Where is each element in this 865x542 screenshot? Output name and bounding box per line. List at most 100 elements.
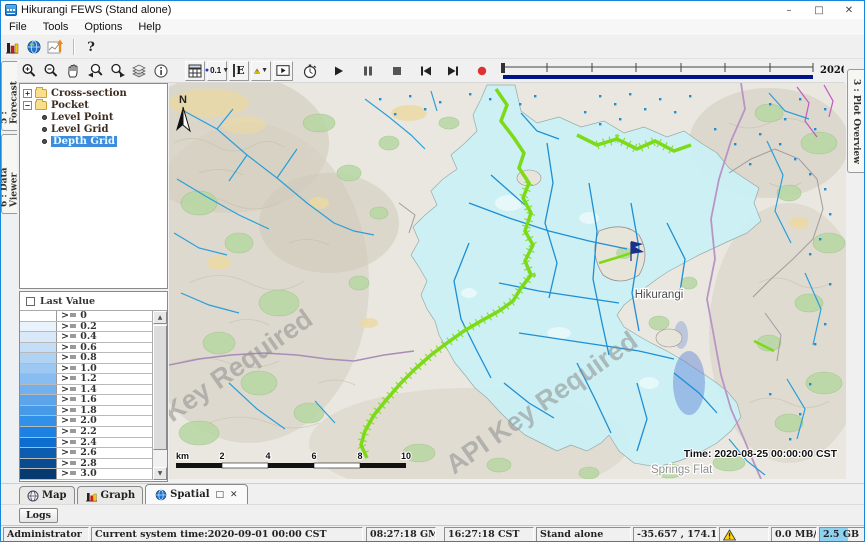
scale-tick: 10 (401, 451, 411, 461)
tab-maximize-icon[interactable]: □ (216, 490, 225, 500)
data-panel: + Cross-section − Pocket Level Point Lev… (18, 83, 169, 483)
profile-button[interactable]: E (229, 61, 249, 81)
tab-data-viewer[interactable]: 6 : Data Viewer (1, 134, 17, 214)
legend-color-swatch (20, 385, 57, 395)
tab-spatial-label: Spatial (170, 489, 209, 500)
status-bar: Administrator Current system time:2020-0… (1, 525, 864, 542)
timer-button[interactable] (300, 61, 320, 81)
time-slider-thumb[interactable] (501, 63, 505, 73)
tree-item-level-point[interactable]: Level Point (20, 112, 167, 123)
legend-color-swatch (20, 416, 57, 426)
database-display-button[interactable] (2, 37, 22, 57)
tree-item-level-grid[interactable]: Level Grid (20, 124, 167, 135)
globe-icon (155, 489, 167, 501)
legend-row-label: >= 2.6 (57, 448, 97, 458)
map-canvas[interactable]: API Key Required API Key Required Hikura… (169, 83, 846, 479)
stop-button[interactable] (387, 61, 407, 81)
map-time-label: Time: 2020-08-25 00:00:00 CST (684, 448, 838, 460)
scale-tick: 8 (357, 451, 362, 461)
tree-item-label: Cross-section (51, 88, 127, 99)
pause-icon (363, 66, 373, 76)
scroll-thumb[interactable] (153, 325, 167, 450)
left-tab-strip: 5 : Forecast 6 : Data Viewer (1, 59, 18, 483)
status-memory-gauge: 2.5 GB (819, 527, 865, 542)
legend-color-swatch (20, 374, 57, 384)
scroll-up-icon[interactable]: ▲ (153, 311, 167, 324)
tab-map[interactable]: Map (19, 486, 75, 504)
spatial-display-button[interactable] (46, 37, 66, 57)
chart-arrow-icon (47, 39, 65, 55)
legend-color-swatch (20, 332, 57, 342)
pan-button[interactable] (63, 61, 83, 81)
legend-color-swatch (20, 438, 57, 448)
menu-help[interactable]: Help (130, 19, 169, 36)
legend-row[interactable]: >= 3.0 (20, 469, 152, 480)
help-button[interactable]: ? (81, 37, 101, 57)
time-slider[interactable] (499, 62, 815, 80)
thresholds-dropdown[interactable]: ▼ (251, 61, 271, 81)
legend-scrollbar[interactable]: ▲ ▼ (152, 311, 167, 480)
scale-unit: km (176, 451, 189, 461)
tree-item-depth-grid[interactable]: Depth Grid (20, 136, 167, 147)
tab-close-icon[interactable]: ✕ (230, 490, 238, 500)
tree-item-label: Level Grid (51, 124, 108, 135)
scroll-down-icon[interactable]: ▼ (153, 467, 167, 480)
legend-row-label: >= 2.8 (57, 459, 97, 469)
map-display-button[interactable] (24, 37, 44, 57)
info-button[interactable] (151, 61, 171, 81)
legend-row-label: >= 2.4 (57, 438, 97, 448)
pause-button[interactable] (358, 61, 378, 81)
skip-start-icon (420, 66, 432, 76)
collapse-icon[interactable]: − (23, 101, 32, 110)
legend-row-label: >= 0.2 (57, 322, 97, 332)
tab-forecast[interactable]: 5 : Forecast (1, 61, 17, 131)
map-toolbar: ● 0.1 ▼ E ▼ (18, 59, 846, 83)
zoom-in-button[interactable] (19, 61, 39, 81)
tab-graph[interactable]: Graph (77, 486, 144, 504)
interval-dropdown[interactable]: ● 0.1 ▼ (207, 61, 227, 81)
status-local-time: 16:27:18 CST (444, 527, 534, 542)
maximize-button[interactable]: □ (804, 1, 834, 19)
status-transfer-rate: 0.0 MB/s (771, 527, 817, 542)
skip-end-icon (447, 66, 459, 76)
status-warning-cell[interactable] (719, 527, 769, 542)
legend-row-label: >= 1.4 (57, 385, 97, 395)
play-button[interactable] (329, 61, 349, 81)
zoom-next-button[interactable] (107, 61, 127, 81)
app-window: Hikurangi FEWS (Stand alone) – □ ✕ File … (0, 0, 865, 542)
menu-tools[interactable]: Tools (35, 19, 77, 36)
menu-bar: File Tools Options Help (1, 19, 864, 36)
tree-item-cross-section[interactable]: + Cross-section (20, 88, 167, 99)
tab-plot-overview[interactable]: 3 : Plot Overview (847, 69, 864, 173)
app-icon (5, 4, 17, 16)
help-icon: ? (87, 40, 95, 55)
menu-file[interactable]: File (1, 19, 35, 36)
legend-row[interactable]: >= 0 (20, 311, 152, 322)
folder-icon (35, 101, 47, 110)
menu-options[interactable]: Options (76, 19, 130, 36)
step-forward-button[interactable] (443, 61, 463, 81)
animation-button[interactable] (273, 61, 293, 81)
logs-button[interactable]: Logs (19, 508, 58, 523)
last-value-checkbox[interactable] (26, 297, 35, 306)
zoom-previous-button[interactable] (85, 61, 105, 81)
window-title: Hikurangi FEWS (Stand alone) (21, 4, 171, 16)
grid-display-button[interactable] (185, 61, 205, 81)
expand-icon[interactable]: + (23, 89, 32, 98)
step-back-button[interactable] (416, 61, 436, 81)
close-button[interactable]: ✕ (834, 1, 864, 19)
status-coordinates: -35.657 , 174.199 (633, 527, 717, 542)
tree-item-pocket[interactable]: − Pocket (20, 100, 167, 111)
legend-color-swatch (20, 343, 57, 353)
layers-button[interactable] (129, 61, 149, 81)
zoom-out-button[interactable] (41, 61, 61, 81)
tab-spatial[interactable]: Spatial □ ✕ (145, 484, 247, 504)
legend-color-swatch (20, 364, 57, 374)
legend-row[interactable]: >= 2.2 (20, 427, 152, 438)
map-view[interactable]: API Key Required API Key Required Hikura… (169, 83, 846, 479)
legend-row-label: >= 0.4 (57, 332, 97, 342)
main-area: ● 0.1 ▼ E ▼ (1, 59, 864, 483)
minimize-button[interactable]: – (774, 1, 804, 19)
legend-row-label: >= 1.0 (57, 364, 97, 374)
record-button[interactable] (472, 61, 492, 81)
